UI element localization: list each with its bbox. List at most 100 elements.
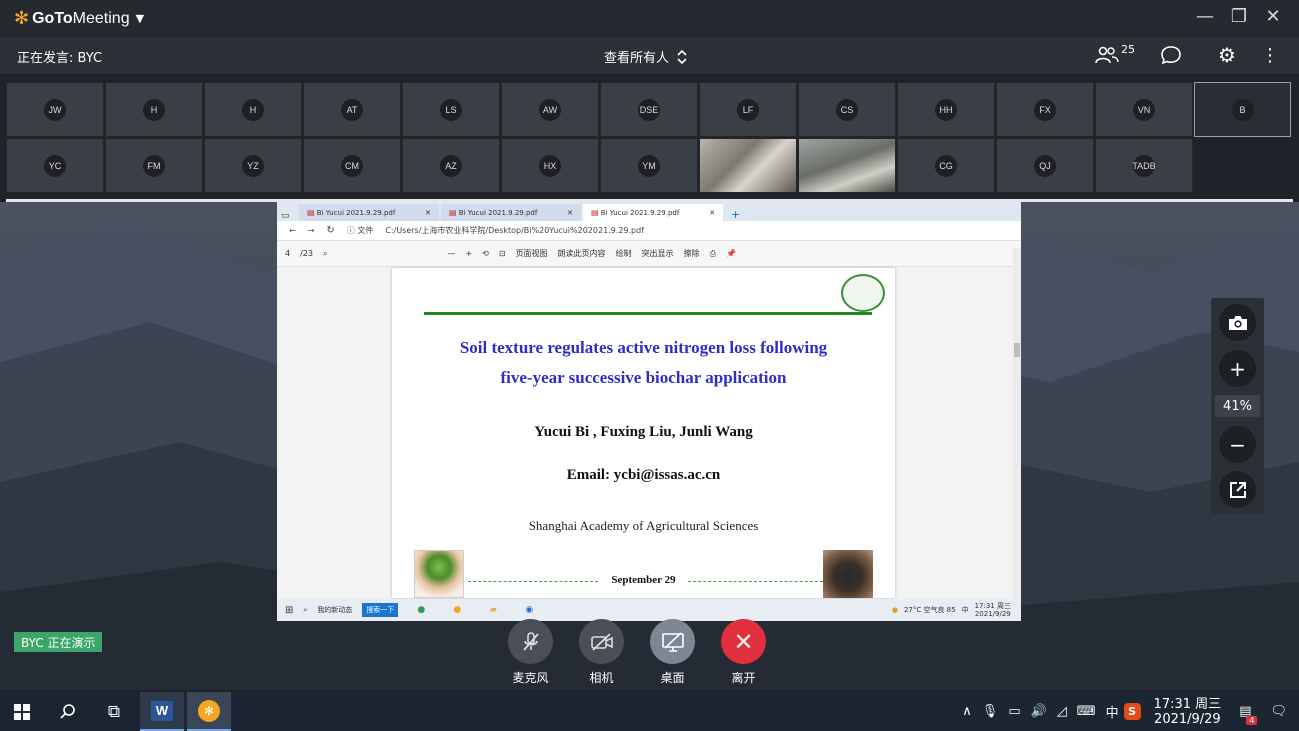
fit-page-icon[interactable]: ⊡ xyxy=(499,249,506,258)
camera-button[interactable] xyxy=(579,619,624,664)
brand-menu-caret-icon[interactable]: ▼ xyxy=(136,12,144,25)
participant-tile[interactable]: QJ xyxy=(996,138,1094,193)
zoom-in-button[interactable]: + xyxy=(1219,350,1256,387)
participant-video-feed[interactable] xyxy=(798,138,896,193)
notification-app-icon[interactable]: ▤ 4 xyxy=(1239,704,1258,725)
tab-close-icon[interactable]: ✕ xyxy=(709,209,715,217)
participant-tile[interactable]: TADB xyxy=(1095,138,1193,193)
vertical-dots-icon: ⋮ xyxy=(1261,44,1279,66)
taskbar-search-button[interactable] xyxy=(46,692,90,731)
participant-tile[interactable]: HH xyxy=(897,82,995,137)
highlight-button[interactable]: 突出显示 xyxy=(642,248,674,259)
action-center-icon[interactable]: 🗨 xyxy=(1270,704,1287,719)
zoom-out-button[interactable]: − xyxy=(1219,426,1256,463)
page-view-button[interactable]: 页面视图 xyxy=(516,248,548,259)
sogou-ime-icon[interactable]: S xyxy=(1123,703,1141,720)
participant-tile[interactable]: LS xyxy=(402,82,500,137)
start-icon: ⊞ xyxy=(285,604,294,616)
tab-close-icon[interactable]: ✕ xyxy=(425,209,431,217)
shared-clock: 17:31 周三 2021/9/29 xyxy=(974,602,1011,618)
participant-tile[interactable]: CS xyxy=(798,82,896,137)
shared-screen[interactable]: ▭ ▤ Bi Yucui 2021.9.29.pdf ✕ ▤ Bi Yucui … xyxy=(277,202,1021,621)
participant-tile[interactable]: YC xyxy=(6,138,104,193)
page-number-input[interactable]: 4 xyxy=(285,249,290,258)
desktop-control[interactable]: 桌面 xyxy=(637,619,708,686)
participant-tile[interactable]: YM xyxy=(600,138,698,193)
participant-tile[interactable]: CG xyxy=(897,138,995,193)
up-down-chevron-icon xyxy=(677,49,687,64)
mic-button[interactable] xyxy=(508,619,553,664)
goto-icon: ✻ xyxy=(198,699,220,722)
folder-icon: ▰ xyxy=(489,605,497,615)
tab-actions-icon[interactable]: ▭ xyxy=(281,211,299,221)
participant-tile[interactable]: AT xyxy=(303,82,401,137)
participant-tile[interactable]: AZ xyxy=(402,138,500,193)
app-brand[interactable]: GoToMeeting xyxy=(32,10,130,28)
app-button: 搜索一下 xyxy=(362,603,399,617)
chat-button[interactable] xyxy=(1143,43,1199,67)
browser-tab[interactable]: ▤ Bi Yucui 2021.9.29.pdf ✕ xyxy=(441,204,581,221)
view-all-selector[interactable]: 查看所有人 xyxy=(604,47,687,66)
snapshot-button[interactable] xyxy=(1219,304,1256,341)
camera-control[interactable]: 相机 xyxy=(566,619,637,686)
more-options-button[interactable]: ⋮ xyxy=(1255,43,1285,67)
goto-taskbar-button[interactable]: ✻ xyxy=(187,692,231,731)
participant-tile[interactable]: FM xyxy=(105,138,203,193)
refresh-icon[interactable]: ↻ xyxy=(326,225,334,236)
print-icon[interactable]: ⎙ xyxy=(710,249,716,259)
mic-control[interactable]: 麦克风 xyxy=(495,619,566,686)
pdf-scrollbar[interactable] xyxy=(1013,248,1021,600)
pop-out-button[interactable] xyxy=(1219,471,1256,508)
participant-tile[interactable]: JW xyxy=(6,82,104,137)
settings-button[interactable]: ⚙ xyxy=(1199,43,1255,67)
tray-expand-icon[interactable]: ∧ xyxy=(962,704,972,719)
scroll-thumb[interactable] xyxy=(1014,343,1020,357)
minimize-button[interactable]: — xyxy=(1195,6,1215,27)
zoom-in-icon[interactable]: + xyxy=(465,249,472,258)
participant-tile[interactable]: LF xyxy=(699,82,797,137)
leave-button[interactable]: ✕ xyxy=(721,619,766,664)
participant-tile[interactable]: H xyxy=(105,82,203,137)
restore-button[interactable]: ❐ xyxy=(1229,6,1249,27)
leave-label: 离开 xyxy=(731,671,756,685)
erase-button[interactable]: 擦除 xyxy=(684,248,700,259)
participant-tile-self[interactable]: B xyxy=(1194,82,1291,137)
new-tab-icon[interactable]: + xyxy=(731,208,740,221)
back-icon[interactable]: ← xyxy=(289,226,296,235)
participant-video-feed[interactable] xyxy=(699,138,797,193)
read-aloud-button[interactable]: 朗读此页内容 xyxy=(558,248,606,259)
forward-icon[interactable]: → xyxy=(308,226,315,235)
participant-tile[interactable]: CM xyxy=(303,138,401,193)
leave-control[interactable]: ✕ 离开 xyxy=(708,619,779,686)
participant-tile[interactable]: FX xyxy=(996,82,1094,137)
taskbar-clock[interactable]: 17:31 周三 2021/9/29 xyxy=(1149,697,1227,727)
start-button[interactable] xyxy=(0,692,44,731)
ime-indicator[interactable]: 中 xyxy=(1106,702,1119,721)
rotate-icon[interactable]: ⟲ xyxy=(482,249,489,258)
word-taskbar-button[interactable]: W xyxy=(140,692,184,731)
task-view-button[interactable]: ⧉ xyxy=(92,692,136,731)
zoom-out-icon[interactable]: — xyxy=(447,249,455,258)
participant-tile[interactable]: H xyxy=(204,82,302,137)
participant-tile[interactable]: AW xyxy=(501,82,599,137)
microphone-icon[interactable]: 🎙 xyxy=(982,704,999,719)
desktop-share-button[interactable] xyxy=(650,619,695,664)
url-input[interactable]: C:/Users/上海市农业科学院/Desktop/Bi%20Yucui%202… xyxy=(385,225,644,236)
browser-tab[interactable]: ▤ Bi Yucui 2021.9.29.pdf ✕ xyxy=(299,204,439,221)
battery-icon[interactable]: ▭ xyxy=(1008,704,1020,719)
search-icon[interactable]: ⌕ xyxy=(323,249,327,259)
participants-button[interactable]: 25 xyxy=(1087,43,1143,67)
participant-tile[interactable]: YZ xyxy=(204,138,302,193)
participant-tile[interactable]: HX xyxy=(501,138,599,193)
draw-button[interactable]: 绘制 xyxy=(616,248,632,259)
pin-icon[interactable]: 📌 xyxy=(726,249,736,258)
wifi-icon[interactable]: ◿ xyxy=(1057,704,1067,719)
tab-close-icon[interactable]: ✕ xyxy=(567,209,573,217)
close-button[interactable]: ✕ xyxy=(1263,6,1283,27)
participant-tile[interactable]: DSE xyxy=(600,82,698,137)
keyboard-icon[interactable]: ⌨ xyxy=(1077,704,1096,719)
plus-icon: + xyxy=(1229,356,1246,381)
browser-tab-active[interactable]: ▤ Bi Yucui 2021.9.29.pdf ✕ xyxy=(583,204,723,221)
participant-tile[interactable]: VN xyxy=(1095,82,1193,137)
volume-icon[interactable]: 🔊 xyxy=(1031,704,1047,719)
